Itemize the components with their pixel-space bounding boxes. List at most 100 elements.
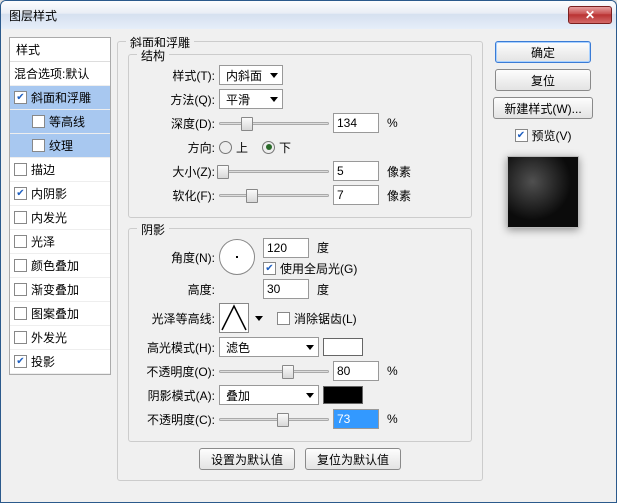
style-item-grad_overlay[interactable]: 渐变叠加 xyxy=(10,278,110,302)
soften-unit: 像素 xyxy=(387,187,411,204)
layer-style-dialog: 图层样式 ✕ 样式 混合选项:默认 ✔斜面和浮雕等高线纹理描边✔内阴影内发光光泽… xyxy=(0,0,617,503)
window-title: 图层样式 xyxy=(9,7,568,24)
style-item-checkbox[interactable] xyxy=(14,235,27,248)
style-item-checkbox[interactable]: ✔ xyxy=(14,91,27,104)
antialias-label: 消除锯齿(L) xyxy=(294,310,357,327)
titlebar[interactable]: 图层样式 ✕ xyxy=(1,1,616,29)
depth-slider[interactable] xyxy=(219,114,329,132)
antialias-checkbox[interactable] xyxy=(277,312,290,325)
make-default-button[interactable]: 设置为默认值 xyxy=(199,448,295,470)
altitude-input[interactable]: 30 xyxy=(263,279,309,299)
reset-default-button[interactable]: 复位为默认值 xyxy=(305,448,401,470)
style-item-label: 外发光 xyxy=(31,329,67,346)
size-label: 大小(Z): xyxy=(139,163,215,180)
style-item-label: 描边 xyxy=(31,161,55,178)
style-item-label: 内发光 xyxy=(31,209,67,226)
blend-options-row[interactable]: 混合选项:默认 xyxy=(10,62,110,86)
style-item-label: 渐变叠加 xyxy=(31,281,79,298)
angle-label: 角度(N): xyxy=(139,249,215,266)
global-light-checkbox[interactable]: ✔ xyxy=(263,262,276,275)
new-style-button[interactable]: 新建样式(W)... xyxy=(493,97,592,119)
style-item-drop_shadow[interactable]: ✔投影 xyxy=(10,350,110,374)
gloss-contour-picker[interactable] xyxy=(219,303,249,333)
highlight-mode-select[interactable]: 滤色 xyxy=(219,337,319,357)
blend-options-label: 混合选项:默认 xyxy=(14,65,89,82)
style-item-pat_overlay[interactable]: 图案叠加 xyxy=(10,302,110,326)
style-item-inner_shadow[interactable]: ✔ 内阴影 xyxy=(10,182,110,206)
soften-slider[interactable] xyxy=(219,186,329,204)
gloss-contour-label: 光泽等高线: xyxy=(139,310,215,327)
style-item-label: 颜色叠加 xyxy=(31,257,79,274)
direction-label: 方向: xyxy=(139,139,215,156)
highlight-opacity-label: 不透明度(O): xyxy=(139,363,215,380)
chevron-down-icon xyxy=(306,345,314,350)
preview-checkbox[interactable]: ✔ xyxy=(515,129,528,142)
style-item-checkbox[interactable] xyxy=(32,139,45,152)
close-button[interactable]: ✕ xyxy=(568,6,612,24)
shadow-opacity-slider[interactable] xyxy=(219,410,329,428)
style-item-satin[interactable]: 光泽 xyxy=(10,230,110,254)
style-item-checkbox[interactable]: ✔ xyxy=(14,187,27,200)
shadow-mode-select[interactable]: 叠加 xyxy=(219,385,319,405)
style-item-bevel[interactable]: ✔ 斜面和浮雕 xyxy=(10,86,110,110)
soften-input[interactable]: 7 xyxy=(333,185,379,205)
style-item-checkbox[interactable] xyxy=(14,307,27,320)
style-item-label: 斜面和浮雕 xyxy=(31,89,91,106)
global-light-label: 使用全局光(G) xyxy=(280,260,357,277)
style-select[interactable]: 内斜面 xyxy=(219,65,283,85)
style-item-checkbox[interactable] xyxy=(14,259,27,272)
size-slider[interactable] xyxy=(219,162,329,180)
highlight-opacity-slider[interactable] xyxy=(219,362,329,380)
direction-down-label: 下 xyxy=(279,139,291,156)
technique-select[interactable]: 平滑 xyxy=(219,89,283,109)
style-item-stroke[interactable]: 描边 xyxy=(10,158,110,182)
chevron-down-icon xyxy=(306,393,314,398)
style-item-label: 图案叠加 xyxy=(31,305,79,322)
soften-label: 软化(F): xyxy=(139,187,215,204)
style-item-color_overlay[interactable]: 颜色叠加 xyxy=(10,254,110,278)
structure-group: 结构 样式(T): 内斜面 方法(Q): 平滑 深度(D xyxy=(128,54,472,218)
bevel-group: 斜面和浮雕 结构 样式(T): 内斜面 方法(Q): 平滑 xyxy=(117,41,483,481)
style-item-inner_glow[interactable]: 内发光 xyxy=(10,206,110,230)
style-item-contour[interactable]: 等高线 xyxy=(10,110,110,134)
direction-up-radio[interactable] xyxy=(219,141,232,154)
style-item-label: 纹理 xyxy=(49,137,73,154)
style-label: 样式(T): xyxy=(139,67,215,84)
size-input[interactable]: 5 xyxy=(333,161,379,181)
style-item-checkbox[interactable] xyxy=(14,283,27,296)
shading-group: 阴影 角度(N): 120 度 ✔ 使用全局光(G) xyxy=(128,228,472,442)
style-item-checkbox[interactable] xyxy=(14,163,27,176)
technique-label: 方法(Q): xyxy=(139,91,215,108)
altitude-label: 高度: xyxy=(139,281,215,298)
style-item-checkbox[interactable] xyxy=(14,331,27,344)
shadow-mode-label: 阴影模式(A): xyxy=(139,387,215,404)
highlight-color-swatch[interactable] xyxy=(323,338,363,356)
direction-down-radio[interactable] xyxy=(262,141,275,154)
style-item-checkbox[interactable] xyxy=(32,115,45,128)
depth-label: 深度(D): xyxy=(139,115,215,132)
style-item-checkbox[interactable] xyxy=(14,211,27,224)
highlight-mode-label: 高光模式(H): xyxy=(139,339,215,356)
style-item-label: 内阴影 xyxy=(31,185,67,202)
shading-legend: 阴影 xyxy=(137,221,169,238)
structure-legend: 结构 xyxy=(137,47,169,64)
style-item-label: 等高线 xyxy=(49,113,85,130)
angle-input[interactable]: 120 xyxy=(263,238,309,258)
cancel-button[interactable]: 复位 xyxy=(495,69,591,91)
depth-unit: % xyxy=(387,116,398,130)
preview-thumbnail xyxy=(507,156,579,228)
highlight-opacity-input[interactable]: 80 xyxy=(333,361,379,381)
close-icon: ✕ xyxy=(585,8,595,22)
chevron-down-icon[interactable] xyxy=(255,316,263,321)
direction-up-label: 上 xyxy=(236,139,248,156)
style-item-checkbox[interactable]: ✔ xyxy=(14,355,27,368)
chevron-down-icon xyxy=(270,97,278,102)
style-item-outer_glow[interactable]: 外发光 xyxy=(10,326,110,350)
preview-label: 预览(V) xyxy=(532,127,572,144)
shadow-opacity-input[interactable]: 73 xyxy=(333,409,379,429)
shadow-color-swatch[interactable] xyxy=(323,386,363,404)
style-item-texture[interactable]: 纹理 xyxy=(10,134,110,158)
ok-button[interactable]: 确定 xyxy=(495,41,591,63)
angle-dial[interactable] xyxy=(219,239,255,275)
depth-input[interactable]: 134 xyxy=(333,113,379,133)
